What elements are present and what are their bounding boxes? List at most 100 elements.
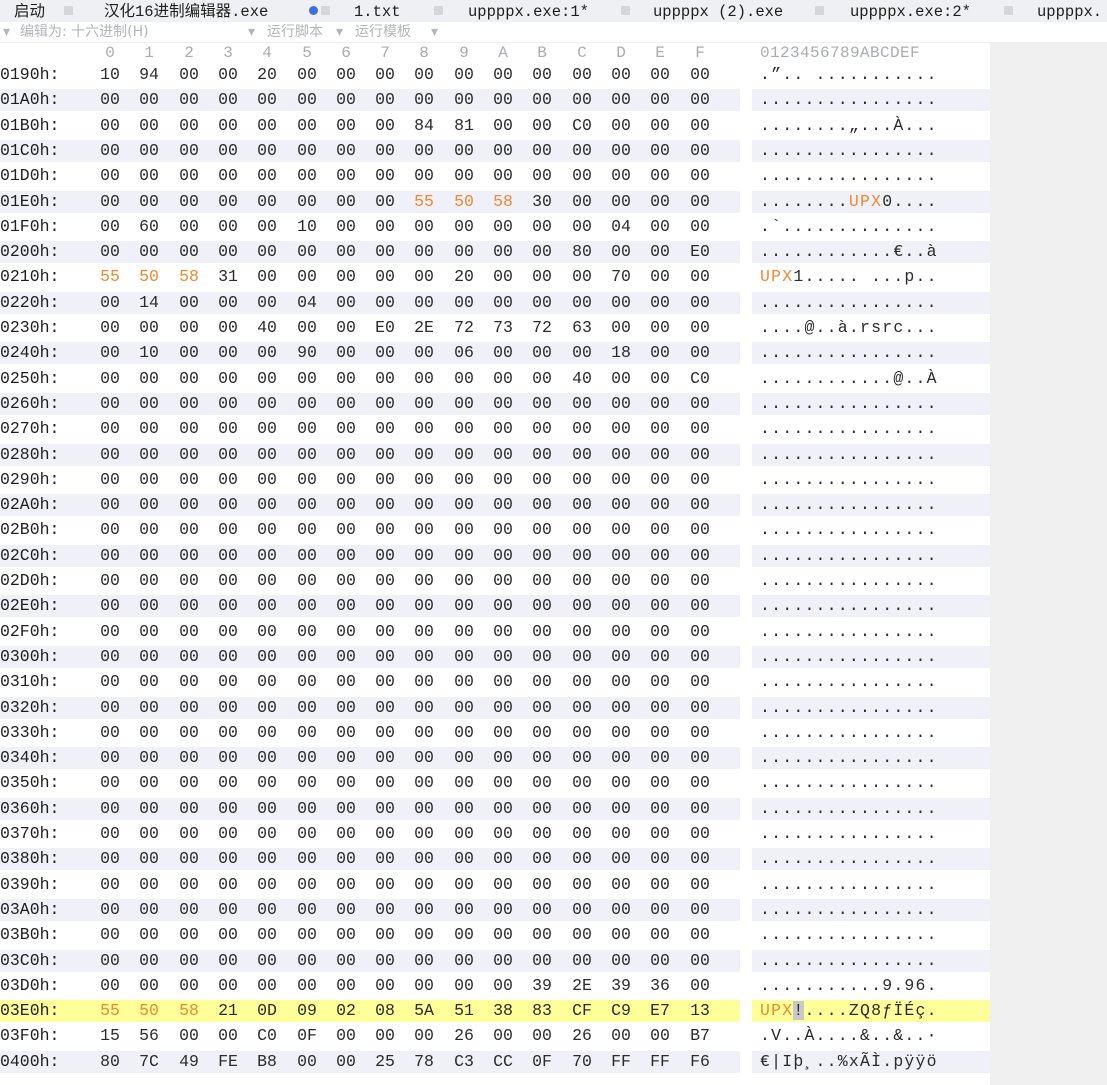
hex-byte[interactable]: 00 [98,241,122,263]
hex-byte[interactable]: 00 [137,697,161,719]
hex-byte[interactable]: 70 [609,266,633,288]
hex-byte[interactable]: 00 [216,621,240,643]
hex-byte[interactable]: 00 [216,115,240,137]
hex-byte[interactable]: 00 [98,570,122,592]
hex-byte[interactable]: 00 [216,747,240,769]
hex-byte[interactable]: 00 [255,241,279,263]
hex-byte[interactable]: 50 [137,266,161,288]
hex-byte[interactable]: 00 [570,798,594,820]
hex-byte[interactable]: 36 [648,975,672,997]
hex-byte[interactable]: 00 [216,292,240,314]
hex-byte[interactable]: 00 [530,165,554,187]
hex-byte[interactable]: 0F [295,1025,319,1047]
hex-byte[interactable]: 00 [530,1025,554,1047]
hex-byte[interactable]: 00 [373,494,397,516]
hex-byte[interactable]: 58 [177,266,201,288]
hex-byte[interactable]: 00 [688,545,712,567]
hex-byte[interactable]: 00 [452,595,476,617]
hex-byte[interactable]: 00 [570,570,594,592]
hex-byte[interactable]: 00 [491,89,515,111]
hex-byte[interactable]: 00 [255,899,279,921]
hex-byte[interactable]: 55 [98,1000,122,1022]
hex-byte[interactable]: 00 [491,266,515,288]
hex-byte[interactable]: 00 [137,115,161,137]
hex-byte[interactable]: 00 [255,393,279,415]
hex-byte[interactable]: 00 [688,418,712,440]
hex-byte[interactable]: 00 [177,975,201,997]
hex-byte[interactable]: 00 [295,317,319,339]
hex-byte[interactable]: 00 [530,924,554,946]
hex-byte[interactable]: 00 [334,772,358,794]
hex-byte[interactable]: 08 [373,1000,397,1022]
edit-as-menu[interactable]: 编辑为: 十六进制(H) [20,22,149,42]
hex-byte[interactable]: 00 [334,216,358,238]
hex-byte[interactable]: 00 [491,798,515,820]
hex-byte[interactable]: 00 [491,519,515,541]
tab-1-txt[interactable]: 1.txt [354,0,401,22]
hex-byte[interactable]: 00 [98,165,122,187]
hex-byte[interactable]: 00 [137,848,161,870]
hex-byte[interactable]: 00 [530,115,554,137]
hex-byte[interactable]: 00 [255,115,279,137]
ascii-text[interactable]: ................ [760,924,990,946]
hex-byte[interactable]: 00 [688,89,712,111]
hex-byte[interactable]: 00 [530,646,554,668]
hex-byte[interactable]: 00 [491,975,515,997]
hex-byte[interactable]: 00 [688,595,712,617]
hex-byte[interactable]: 00 [570,823,594,845]
hex-byte[interactable]: 00 [334,115,358,137]
hex-byte[interactable]: 00 [688,924,712,946]
hex-byte[interactable]: 00 [452,950,476,972]
hex-byte[interactable]: 18 [609,342,633,364]
hex-byte[interactable]: 00 [491,646,515,668]
ascii-text[interactable]: ................ [760,570,990,592]
hex-byte[interactable]: 00 [648,266,672,288]
hex-row[interactable]: 02E0h: 00 00 00 00 00 00 00 00 00 00 00 00 00 00 00 00..… [0,595,990,618]
hex-byte[interactable]: 00 [373,848,397,870]
hex-byte[interactable]: 00 [98,115,122,137]
hex-byte[interactable]: 00 [609,115,633,137]
ascii-text[interactable]: ................ [760,140,990,162]
hex-byte[interactable]: 00 [530,798,554,820]
hex-byte[interactable]: 00 [177,494,201,516]
hex-byte[interactable]: 00 [295,772,319,794]
hex-byte[interactable]: 00 [452,772,476,794]
hex-byte[interactable]: 00 [570,191,594,213]
hex-byte[interactable]: 00 [648,317,672,339]
ascii-text[interactable]: UPX!....ZQ8ƒÏÉç. [760,1000,990,1022]
hex-byte[interactable]: 00 [688,671,712,693]
ascii-text[interactable]: ................ [760,848,990,870]
hex-byte[interactable]: 00 [530,342,554,364]
ascii-text[interactable]: ................ [760,165,990,187]
hex-byte[interactable]: 00 [216,950,240,972]
hex-byte[interactable]: 00 [412,140,436,162]
hex-byte[interactable]: 00 [609,317,633,339]
hex-byte[interactable]: 00 [491,874,515,896]
hex-byte[interactable]: 00 [295,1051,319,1073]
hex-byte[interactable]: 20 [452,266,476,288]
hex-byte[interactable]: 00 [688,747,712,769]
hex-byte[interactable]: 70 [570,1051,594,1073]
hex-byte[interactable]: 00 [609,292,633,314]
hex-byte[interactable]: 00 [570,747,594,769]
hex-byte[interactable]: 00 [412,469,436,491]
hex-byte[interactable]: 00 [255,292,279,314]
hex-byte[interactable]: 00 [609,646,633,668]
hex-byte[interactable]: 80 [570,241,594,263]
hex-byte[interactable]: 00 [216,899,240,921]
hex-byte[interactable]: 00 [570,671,594,693]
hex-byte[interactable]: 00 [688,494,712,516]
hex-byte[interactable]: 00 [609,595,633,617]
hex-row[interactable]: 0330h: 00 00 00 00 00 00 00 00 00 00 00 00 00 00 00 00..… [0,721,990,744]
hex-byte[interactable]: 51 [452,1000,476,1022]
hex-byte[interactable]: FE [216,1051,240,1073]
ascii-text[interactable]: ................ [760,494,990,516]
hex-row[interactable]: 01A0h: 00 00 00 00 00 00 00 00 00 00 00 00 00 00 00 00..… [0,89,990,112]
hex-byte[interactable]: 04 [609,216,633,238]
hex-row[interactable]: 02F0h: 00 00 00 00 00 00 00 00 00 00 00 00 00 00 00 00..… [0,620,990,643]
hex-byte[interactable]: 00 [137,519,161,541]
hex-byte[interactable]: 00 [688,950,712,972]
hex-byte[interactable]: C9 [609,1000,633,1022]
hex-byte[interactable]: 00 [137,570,161,592]
hex-byte[interactable]: 00 [412,747,436,769]
